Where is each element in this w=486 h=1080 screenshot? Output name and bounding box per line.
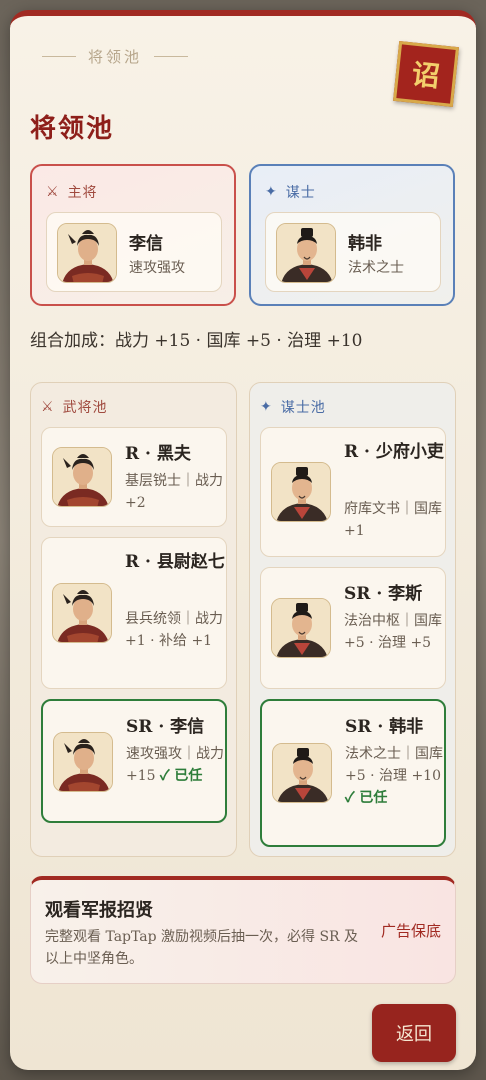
general-card-zhaoqi[interactable]: R · 县尉赵七 县兵统领｜战力 +1 · 补给 +1 — [41, 537, 227, 689]
advisor-card-lisi[interactable]: SR · 李斯 法治中枢｜国库 +5 · 治理 +5 — [260, 567, 446, 689]
recruit-panel: 将领池 诏 将领池 ⚔ 主将 李信 速攻强攻 ✦ 谋士 韩非 法术之士 组合加成… — [10, 10, 476, 1070]
star-icon: ✦ — [265, 184, 278, 200]
advisor-portrait — [271, 598, 331, 658]
assigned-advisor-desc: 法术之士 — [348, 260, 404, 276]
card-name: SR · 李信 — [126, 717, 205, 737]
card-desc: 速攻强攻｜战力 +15 ✓ 已任 — [126, 746, 224, 784]
page-title: 将领池 — [30, 114, 115, 144]
card-name: R · 黑夫 — [125, 444, 191, 464]
advisor-portrait — [272, 743, 332, 803]
assigned-general-desc: 速攻强攻 — [129, 260, 185, 276]
assigned-status: ✓ 已任 — [160, 768, 203, 784]
card-desc: 法治中枢｜国库 +5 · 治理 +5 — [344, 613, 442, 651]
ad-guarantee-label: 广告保底 — [380, 922, 441, 940]
edict-seal-icon: 诏 — [393, 41, 459, 107]
card-desc: 法术之士｜国库 +5 · 治理 +10 ✓ 已任 — [345, 746, 443, 806]
assigned-status: ✓ 已任 — [345, 790, 388, 806]
advisor-pool: ✦ 谋士池 R · 少府小吏 府库文书｜国库 +1 SR · 李斯 法治中枢｜国… — [249, 382, 456, 857]
general-portrait — [52, 447, 112, 507]
advisor-pool-label: ✦ 谋士池 — [260, 399, 326, 416]
crossed-swords-icon: ⚔ — [41, 399, 55, 415]
card-name: SR · 李斯 — [344, 584, 423, 604]
advisor-slot-label: ✦ 谋士 — [265, 184, 316, 201]
card-desc: 基层锐士｜战力 +2 — [125, 473, 223, 511]
general-portrait — [53, 732, 113, 792]
combo-bonus-text: 组合加成：战力 +15 · 国库 +5 · 治理 +10 — [30, 331, 363, 351]
crossed-swords-icon: ⚔ — [46, 184, 60, 200]
general-slot[interactable]: ⚔ 主将 李信 速攻强攻 — [30, 164, 236, 306]
back-button[interactable]: 返回 — [372, 1004, 456, 1062]
general-portrait — [52, 583, 112, 643]
general-slot-label: ⚔ 主将 — [46, 184, 98, 201]
ad-title: 观看军报招贤 — [45, 900, 153, 921]
advisor-card-xiaoli[interactable]: R · 少府小吏 府库文书｜国库 +1 — [260, 427, 446, 557]
advisor-portrait — [271, 462, 331, 522]
card-name: R · 少府小吏 — [344, 442, 444, 462]
assigned-general-card[interactable]: 李信 速攻强攻 — [46, 212, 222, 292]
ad-description: 完整观看 TapTap 激励视频后抽一次，必得 SR 及以上中坚角色。 — [45, 929, 359, 967]
general-card-lixin[interactable]: SR · 李信 速攻强攻｜战力 +15 ✓ 已任 — [41, 699, 227, 823]
star-icon: ✦ — [260, 399, 273, 415]
advisor-card-hanfei[interactable]: SR · 韩非 法术之士｜国库 +5 · 治理 +10 ✓ 已任 — [260, 699, 446, 847]
card-name: SR · 韩非 — [345, 717, 424, 737]
subtitle-text: 将领池 — [88, 48, 143, 66]
card-name: R · 县尉赵七 — [125, 552, 225, 572]
general-pool: ⚔ 武将池 R · 黑夫 基层锐士｜战力 +2 R · 县尉赵七 县兵统领｜战力… — [30, 382, 237, 857]
card-desc: 府库文书｜国库 +1 — [344, 501, 442, 539]
general-card-heifu[interactable]: R · 黑夫 基层锐士｜战力 +2 — [41, 427, 227, 527]
assigned-advisor-card[interactable]: 韩非 法术之士 — [265, 212, 441, 292]
subtitle-left-divider — [42, 56, 76, 57]
assigned-general-name: 李信 — [129, 234, 163, 254]
advisor-slot[interactable]: ✦ 谋士 韩非 法术之士 — [249, 164, 455, 306]
card-desc: 县兵统领｜战力 +1 · 补给 +1 — [125, 611, 223, 649]
general-pool-label: ⚔ 武将池 — [41, 399, 108, 416]
assigned-advisor-name: 韩非 — [348, 234, 382, 254]
general-portrait — [57, 223, 117, 283]
subtitle-right-divider — [154, 56, 189, 57]
ad-recruit-panel[interactable]: 观看军报招贤 完整观看 TapTap 激励视频后抽一次，必得 SR 及以上中坚角… — [30, 876, 456, 984]
panel-subtitle: 将领池 — [30, 46, 200, 67]
advisor-portrait — [276, 223, 336, 283]
